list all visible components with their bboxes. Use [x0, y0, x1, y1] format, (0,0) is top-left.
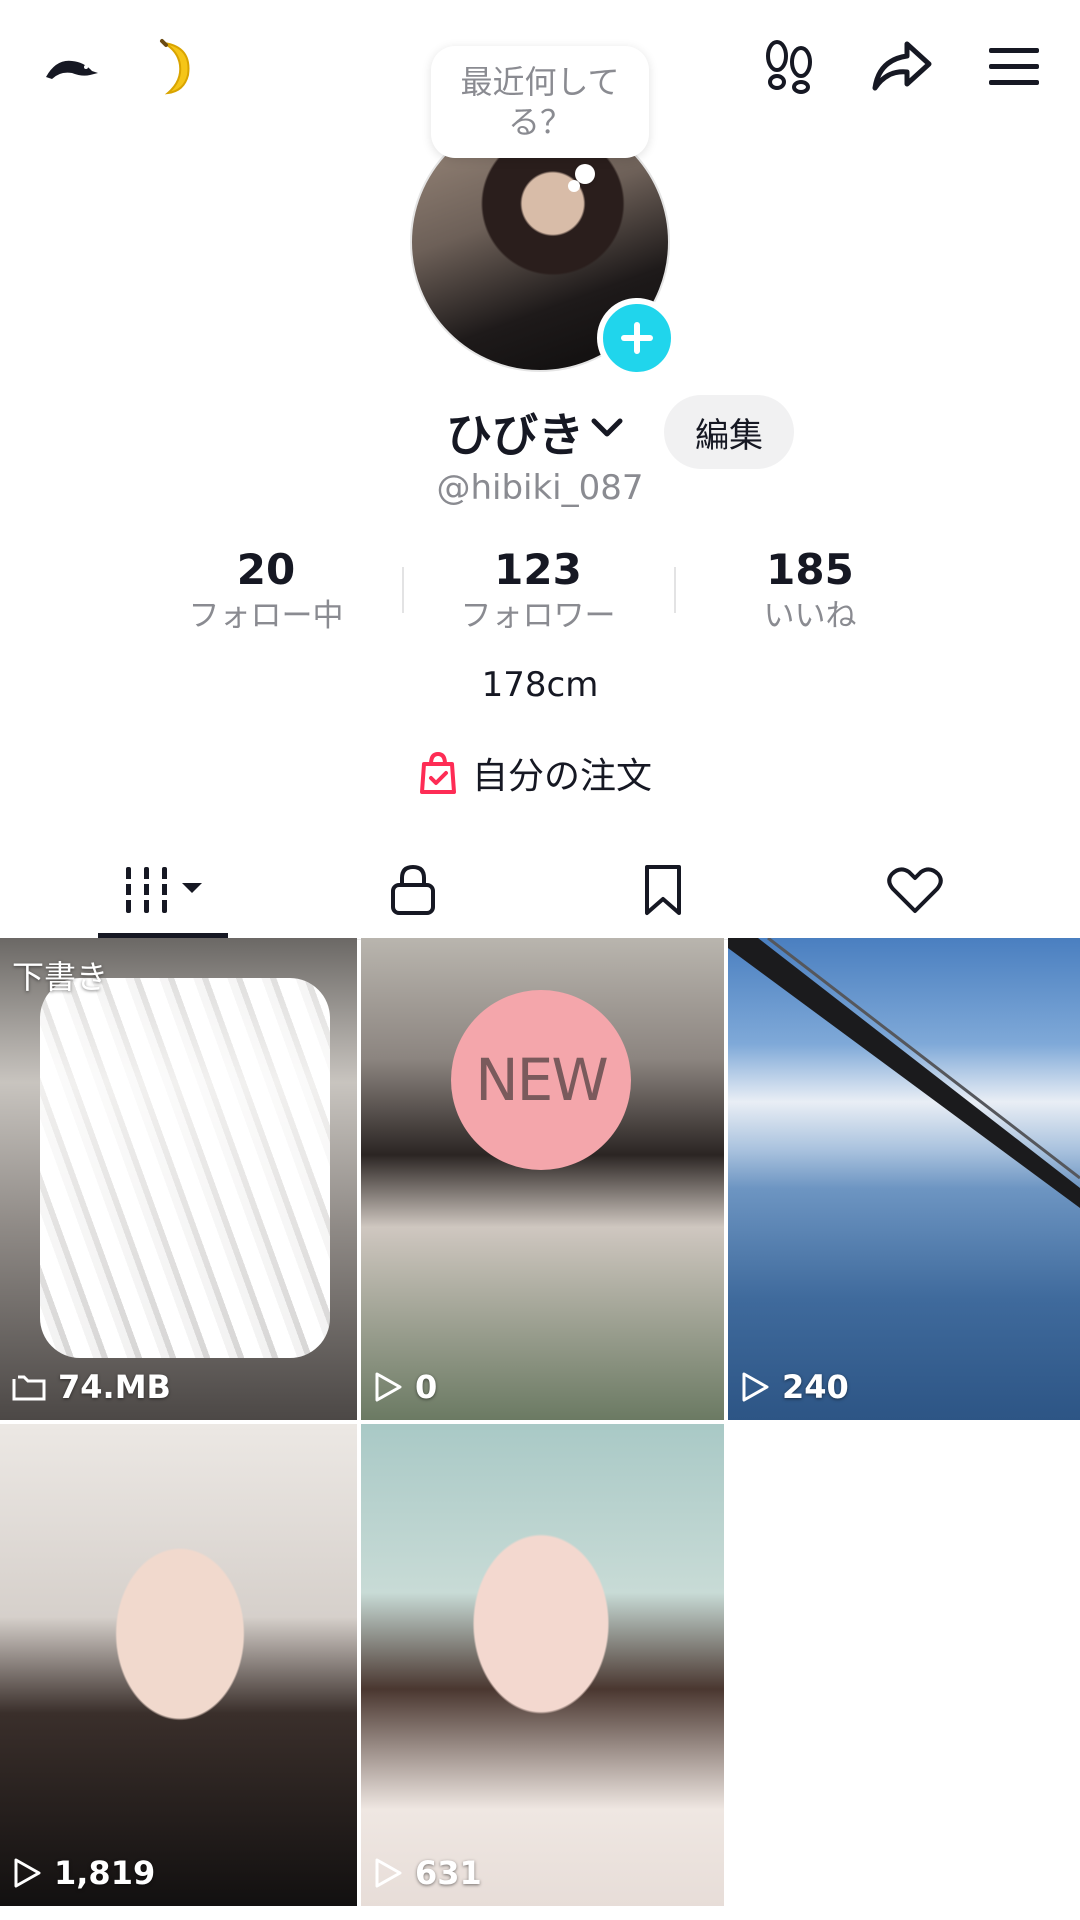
- lock-icon: [391, 864, 435, 915]
- my-orders-label: 自分の注文: [472, 756, 653, 797]
- folder-icon: [12, 1375, 46, 1401]
- video-tile[interactable]: NEW 0: [361, 938, 724, 1420]
- top-bar-right: [758, 34, 1046, 98]
- play-icon: [14, 1858, 41, 1888]
- stat-likes[interactable]: 185 いいね: [674, 545, 946, 645]
- heart-icon: [887, 867, 943, 913]
- tile-count: 1,819: [12, 1854, 155, 1892]
- video-tile[interactable]: 631: [361, 1424, 724, 1906]
- tile-count: 631: [373, 1854, 482, 1892]
- draft-tile[interactable]: 下書き 74.MB: [0, 938, 357, 1420]
- share-icon[interactable]: [870, 34, 934, 98]
- tab-liked[interactable]: [790, 840, 1040, 940]
- menu-icon[interactable]: [982, 34, 1046, 98]
- stat-label: フォロワー: [460, 598, 616, 634]
- railing-graphic: [728, 938, 1080, 1208]
- profile-handle: @hibiki_087: [436, 468, 644, 508]
- tile-count-value: 0: [415, 1368, 438, 1406]
- edit-profile-button[interactable]: 編集: [664, 395, 794, 469]
- play-icon: [375, 1858, 402, 1888]
- shopping-bag-icon: [420, 751, 456, 794]
- play-icon: [375, 1372, 402, 1402]
- tab-videos[interactable]: [38, 840, 288, 940]
- tile-count: 240: [740, 1368, 849, 1406]
- stat-label: いいね: [763, 598, 857, 634]
- stat-divider: [674, 567, 676, 613]
- bookmark-icon: [645, 865, 681, 915]
- grid-icon: [120, 867, 202, 913]
- stat-label: フォロー中: [188, 598, 344, 634]
- name-row: ひびき 編集: [0, 395, 1080, 475]
- tile-count-value: 74.MB: [58, 1368, 171, 1406]
- top-bar-left: [40, 35, 208, 99]
- scribble-overlay: [40, 978, 330, 1358]
- status-prompt: 最近何してる？: [460, 63, 620, 141]
- draft-label: 下書き: [12, 958, 109, 996]
- new-badge: NEW: [451, 990, 631, 1170]
- tile-count-value: 631: [415, 1854, 482, 1892]
- stat-following[interactable]: 20 フォロー中: [130, 545, 402, 645]
- stat-followers[interactable]: 123 フォロワー: [402, 545, 674, 645]
- banana-icon[interactable]: [144, 35, 208, 99]
- bird-icon[interactable]: [40, 35, 104, 99]
- stat-value: 20: [236, 545, 296, 594]
- chevron-down-icon[interactable]: [590, 417, 624, 439]
- stat-value: 123: [494, 545, 582, 594]
- tile-count-value: 1,819: [54, 1854, 156, 1892]
- add-avatar-button[interactable]: [597, 298, 677, 378]
- footprints-icon[interactable]: [758, 34, 822, 98]
- bubble-tail-small: [568, 180, 580, 192]
- play-icon: [742, 1372, 769, 1402]
- tile-count: 74.MB: [12, 1368, 171, 1406]
- profile-stats: 20 フォロー中 123 フォロワー 185 いいね: [130, 545, 950, 645]
- tile-count: 0: [373, 1368, 437, 1406]
- profile-name[interactable]: ひびき: [446, 399, 584, 465]
- tab-saved[interactable]: [538, 840, 788, 940]
- video-tile[interactable]: 1,819: [0, 1424, 357, 1906]
- profile-bio: 178cm: [481, 665, 599, 705]
- profile-tabs: [0, 840, 1080, 940]
- my-orders-link[interactable]: 自分の注文: [418, 745, 652, 801]
- tab-private[interactable]: [288, 840, 538, 940]
- plus-icon: [621, 322, 653, 354]
- stat-value: 185: [766, 545, 854, 594]
- video-tile[interactable]: 240: [728, 938, 1080, 1420]
- tile-count-value: 240: [782, 1368, 849, 1406]
- status-bubble[interactable]: 最近何してる？: [431, 46, 649, 158]
- stat-divider: [402, 567, 404, 613]
